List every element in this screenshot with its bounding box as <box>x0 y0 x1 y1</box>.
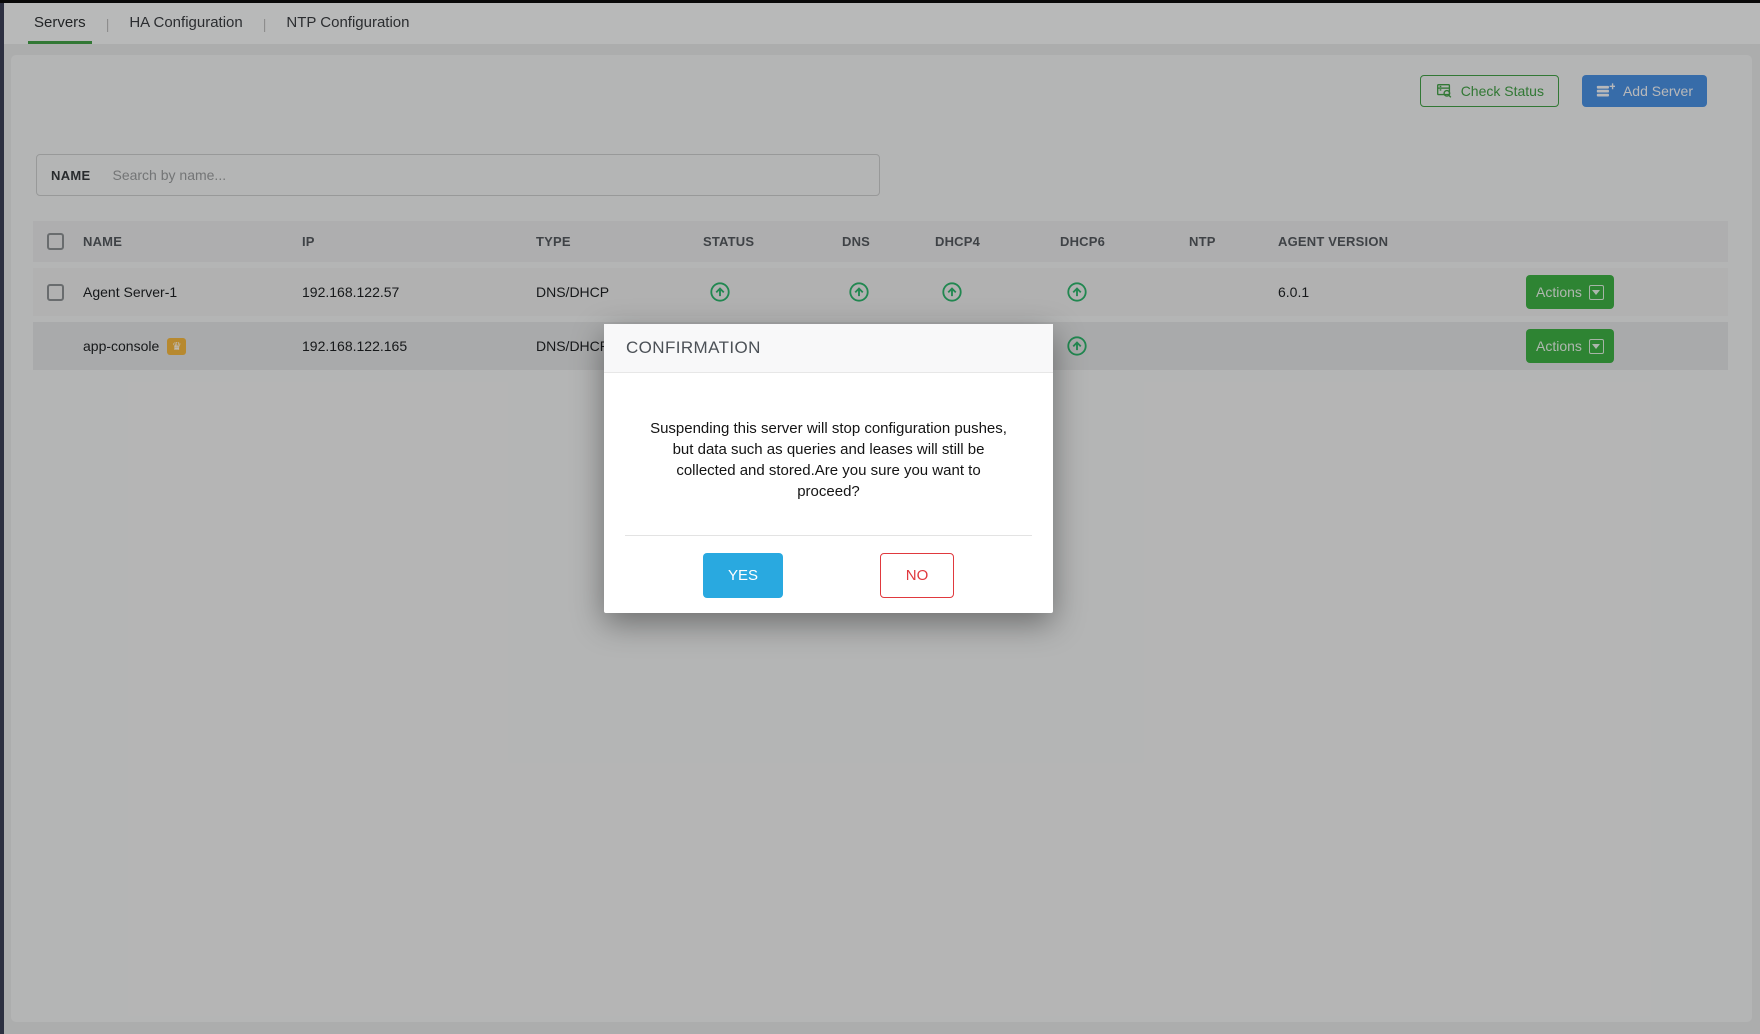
yes-button[interactable]: YES <box>703 553 783 598</box>
dialog-actions: YES NO <box>604 553 1053 613</box>
no-button[interactable]: NO <box>880 553 954 598</box>
dialog-divider <box>625 535 1032 536</box>
dialog-title: CONFIRMATION <box>604 324 1053 373</box>
confirmation-dialog: CONFIRMATION Suspending this server will… <box>604 324 1053 613</box>
dialog-message: Suspending this server will stop configu… <box>650 420 1007 500</box>
